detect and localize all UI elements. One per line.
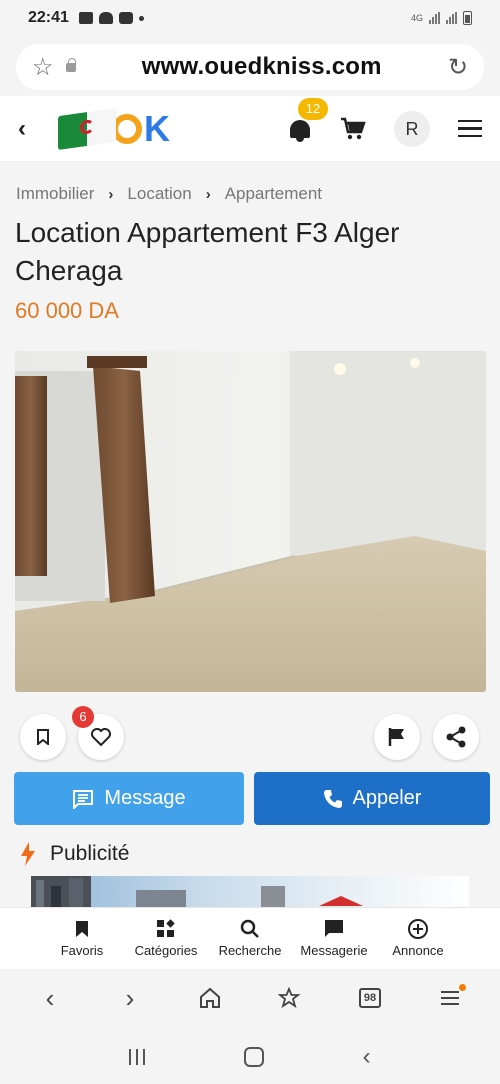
nav-messagerie[interactable]: Messagerie <box>292 908 376 969</box>
system-back-icon[interactable]: ‹ <box>363 1043 371 1071</box>
battery-icon <box>463 11 472 25</box>
call-button[interactable]: Appeler <box>254 772 490 825</box>
message-icon <box>73 789 94 809</box>
listing-actions: 6 <box>20 706 480 762</box>
browser-back-icon[interactable]: ‹ <box>30 978 70 1018</box>
browser-menu-icon[interactable] <box>430 978 470 1018</box>
status-time: 22:41 <box>28 9 69 26</box>
breadcrumb: Immobilier › Location › Appartement <box>16 184 322 204</box>
bookmark-icon <box>37 729 49 745</box>
apartment-room-image <box>15 351 486 692</box>
browser-toolbar: ‹ › 98 <box>0 970 500 1026</box>
bookmark-icon <box>76 921 88 937</box>
chevron-right-icon: › <box>108 185 114 203</box>
nav-favoris-label: Favoris <box>60 943 104 958</box>
app-header: ‹ K 12 R <box>0 96 500 162</box>
nav-messagerie-label: Messagerie <box>300 943 368 958</box>
nav-annonce-label: Annonce <box>392 943 444 958</box>
reload-icon[interactable]: ↻ <box>448 53 468 82</box>
logo-k: K <box>144 107 170 149</box>
lightning-icon <box>21 842 35 866</box>
user-avatar[interactable]: R <box>394 110 430 147</box>
system-nav-bar: ‹ <box>0 1030 500 1084</box>
gallery-icon <box>78 12 93 24</box>
status-bar: 22:41 4G <box>0 0 500 36</box>
browser-tabs-button[interactable]: 98 <box>350 978 390 1018</box>
listing-title: Location Appartement F3 Alger Cheraga <box>15 217 400 286</box>
notifications-bell-icon[interactable]: 12 <box>288 97 328 142</box>
back-arrow-icon[interactable]: ‹ <box>18 115 46 143</box>
address-bar[interactable]: ☆ www.ouedkniss.com ↻ <box>16 44 484 90</box>
listing-photo[interactable] <box>15 351 486 692</box>
browser-bookmarks-icon[interactable] <box>270 978 310 1018</box>
heart-icon <box>91 728 111 747</box>
phone-icon <box>323 789 342 808</box>
categories-icon <box>157 919 175 937</box>
chat-icon <box>325 920 343 937</box>
browser-home-icon[interactable] <box>190 978 230 1018</box>
bookmark-star-icon[interactable]: ☆ <box>32 53 54 82</box>
cloud-icon <box>98 12 113 24</box>
nav-recherche[interactable]: Recherche <box>208 908 292 969</box>
add-circle-icon <box>408 919 428 939</box>
signal-icon-2 <box>446 12 457 24</box>
nav-annonce[interactable]: Annonce <box>376 908 460 969</box>
nav-categories-label: Catégories <box>134 943 198 958</box>
url-text[interactable]: www.ouedkniss.com <box>76 53 448 81</box>
chevron-right-icon: › <box>205 185 211 203</box>
nav-categories[interactable]: Catégories <box>124 908 208 969</box>
listing-price: 60 000 DA <box>15 298 119 323</box>
breadcrumb-item-location[interactable]: Location <box>127 184 191 204</box>
ad-section-label: Publicité <box>50 842 130 865</box>
message-button-label: Message <box>104 787 186 809</box>
app-bottom-nav: Favoris Catégories Recherche Messagerie … <box>0 907 500 969</box>
message-button[interactable]: Message <box>14 772 244 825</box>
algeria-flag-icon <box>58 107 116 150</box>
save-button[interactable] <box>20 714 66 760</box>
hamburger-menu-icon[interactable] <box>458 115 482 143</box>
search-icon <box>240 919 259 938</box>
share-icon <box>446 726 466 748</box>
network-type: 4G <box>410 13 423 23</box>
cart-icon[interactable] <box>340 117 366 141</box>
ouedkniss-logo[interactable]: K <box>58 107 170 150</box>
logo-o <box>112 113 142 144</box>
breadcrumb-item-immobilier[interactable]: Immobilier <box>16 184 94 204</box>
report-button[interactable] <box>374 714 420 760</box>
update-indicator-dot <box>459 984 466 991</box>
favorites-count-badge: 6 <box>72 706 94 728</box>
signal-icon <box>429 12 440 24</box>
tabs-count: 98 <box>359 988 381 1008</box>
lock-icon[interactable] <box>65 57 76 72</box>
call-button-label: Appeler <box>352 787 422 809</box>
flag-icon <box>388 728 404 746</box>
nav-recherche-label: Recherche <box>218 943 282 958</box>
youtube-icon <box>118 12 133 24</box>
notification-count-badge: 12 <box>298 97 328 120</box>
nav-favoris[interactable]: Favoris <box>40 908 124 969</box>
ad-section-header: Publicité <box>20 842 129 866</box>
browser-forward-icon[interactable]: › <box>110 978 150 1018</box>
recent-apps-icon[interactable] <box>129 1049 146 1065</box>
more-notifications-icon <box>138 15 144 21</box>
home-icon[interactable] <box>243 1047 264 1067</box>
breadcrumb-item-appartement[interactable]: Appartement <box>225 184 322 204</box>
share-button[interactable] <box>433 714 479 760</box>
